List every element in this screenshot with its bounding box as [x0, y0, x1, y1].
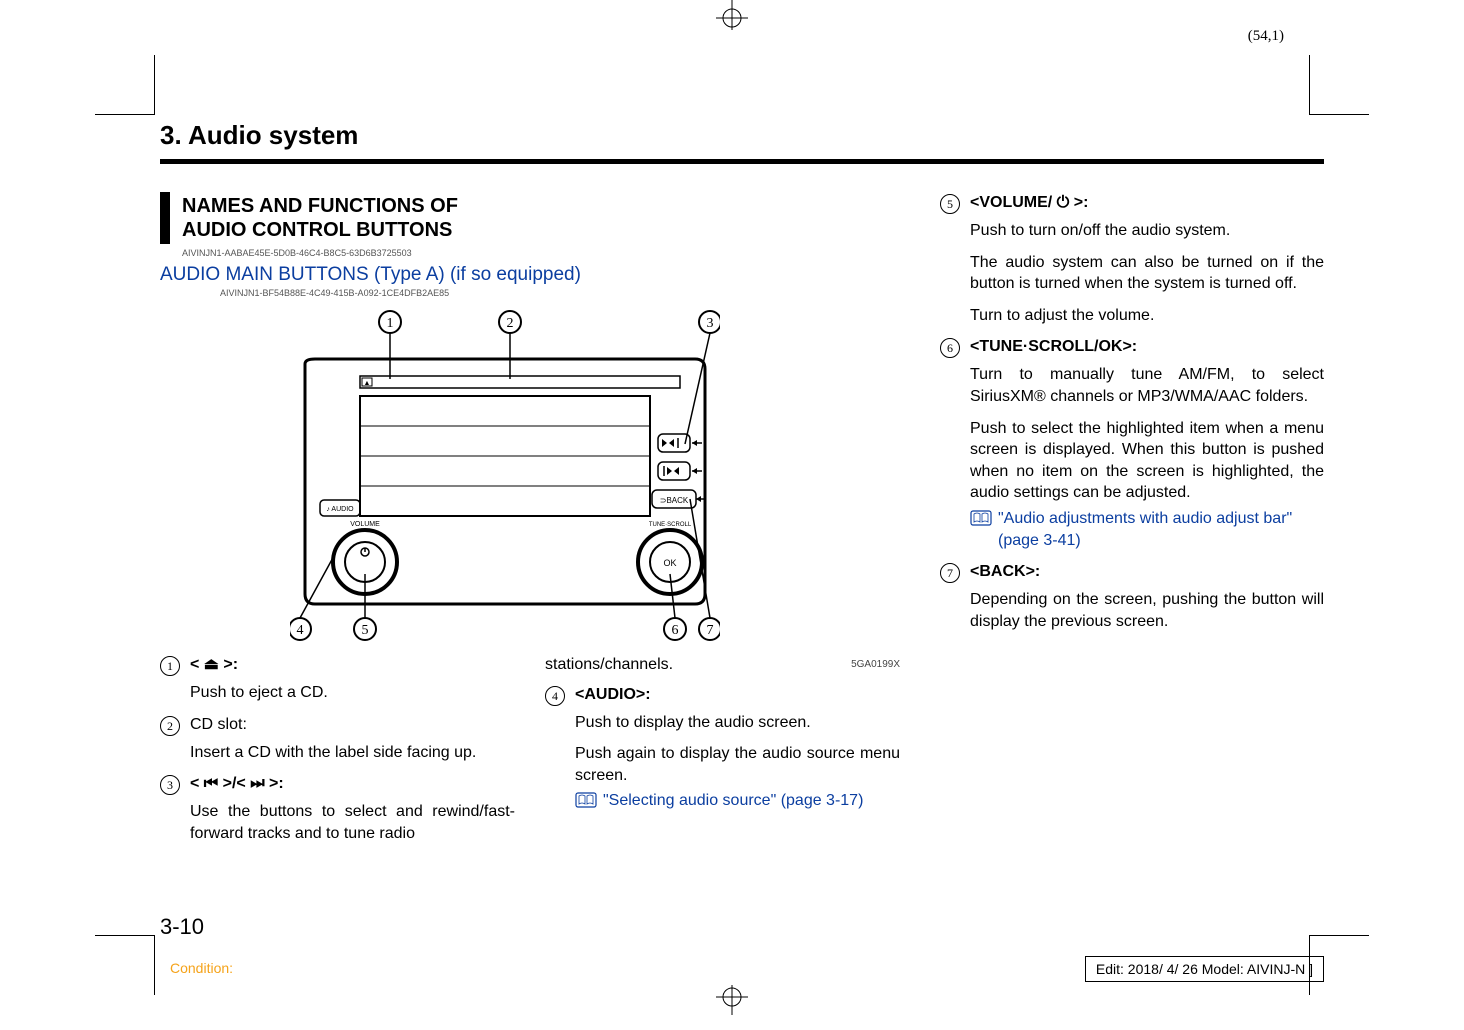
item-2-label: CD slot:: [190, 716, 247, 733]
right-column: 5 <VOLUME/ ⏻ >: Push to turn on/off the …: [940, 192, 1324, 844]
item-7-label: <BACK>:: [970, 563, 1040, 580]
reference-icon: [970, 510, 992, 551]
callout-5-icon: 5: [940, 194, 960, 214]
callout-4-icon: 4: [545, 686, 565, 706]
section-heading-line: NAMES AND FUNCTIONS OF: [182, 194, 900, 218]
registration-mark-icon: [712, 985, 752, 1025]
callout-6-icon: 6: [940, 338, 960, 358]
item-6-label: <TUNE·SCROLL/OK>:: [970, 338, 1137, 355]
registration-mark-icon: [712, 0, 752, 30]
svg-text:▲: ▲: [364, 380, 371, 387]
svg-text:⊃BACK: ⊃BACK: [660, 496, 689, 505]
item-5-label: <VOLUME/ ⏻ >:: [970, 194, 1088, 211]
callout-1-icon: 1: [160, 656, 180, 676]
svg-text:3: 3: [707, 316, 714, 331]
item-4-desc1: Push to display the audio screen.: [575, 712, 900, 734]
guid-code: AIVINJN1-AABAE45E-5D0B-46C4-B8C5-63D6B37…: [182, 248, 900, 258]
item-5-desc3: Turn to adjust the volume.: [970, 305, 1324, 327]
svg-text:1: 1: [387, 316, 394, 331]
item-1-label: < ⏏ >:: [190, 656, 238, 673]
desc-column-2: 5GA0199X stations/channels. 4 <AUDIO>: P…: [545, 654, 900, 844]
item-4-label: <AUDIO>:: [575, 686, 651, 703]
crop-mark: [1309, 55, 1369, 115]
item-6-reference: "Audio adjustments with audio adjust bar…: [998, 508, 1324, 551]
callout-2-icon: 2: [160, 716, 180, 736]
svg-text:OK: OK: [663, 558, 676, 568]
item-1-desc: Push to eject a CD.: [190, 682, 515, 704]
footer-condition: Condition:: [170, 960, 233, 976]
svg-text:TUNE·SCROLL: TUNE·SCROLL: [649, 522, 692, 528]
desc-column-1: 1 < ⏏ >: Push to eject a CD. 2 CD slot: …: [160, 654, 515, 844]
sub-heading: AUDIO MAIN BUTTONS (Type A) (if so equip…: [160, 264, 900, 286]
svg-text:6: 6: [672, 623, 679, 638]
callout-3-icon: 3: [160, 775, 180, 795]
section-heading-line: AUDIO CONTROL BUTTONS: [182, 218, 900, 242]
item-3-label: < ⏮ >/< ⏭ >:: [190, 775, 284, 792]
crop-mark: [95, 935, 155, 995]
svg-text:♪ AUDIO: ♪ AUDIO: [326, 506, 354, 513]
chapter-title: 3. Audio system: [160, 120, 1324, 151]
item-6-desc2: Push to select the highlighted item when…: [970, 418, 1324, 504]
svg-text:4: 4: [297, 623, 304, 638]
footer-edit-info: Edit: 2018/ 4/ 26 Model: AIVINJ-N ]: [1085, 956, 1324, 982]
item-6-desc1: Turn to manually tune AM/FM, to select S…: [970, 364, 1324, 407]
item-4-reference: "Selecting audio source" (page 3-17): [603, 790, 900, 815]
audio-unit-diagram: 1 2 3 4 5 6 7: [290, 304, 720, 654]
title-rule: [160, 159, 1324, 164]
guid-code: AIVINJN1-BF54B88E-4C49-415B-A092-1CE4DFB…: [220, 288, 900, 298]
page-content: 3. Audio system NAMES AND FUNCTIONS OF A…: [160, 120, 1324, 940]
item-5-desc1: Push to turn on/off the audio system.: [970, 220, 1324, 242]
item-3-continuation: stations/channels.: [545, 654, 900, 676]
section-heading: NAMES AND FUNCTIONS OF AUDIO CONTROL BUT…: [160, 192, 900, 244]
left-column: NAMES AND FUNCTIONS OF AUDIO CONTROL BUT…: [160, 192, 900, 844]
reference-icon: [575, 792, 597, 815]
item-3-desc: Use the buttons to select and rewind/fas…: [190, 801, 515, 844]
item-5-desc2: The audio system can also be turned on i…: [970, 252, 1324, 295]
page-coordinate: (54,1): [1248, 28, 1284, 45]
svg-text:2: 2: [507, 316, 514, 331]
page-number: 3-10: [160, 914, 204, 940]
item-4-desc2: Push again to display the audio source m…: [575, 743, 900, 786]
svg-text:VOLUME: VOLUME: [350, 521, 380, 528]
crop-mark: [95, 55, 155, 115]
callout-7-icon: 7: [940, 563, 960, 583]
item-7-desc1: Depending on the screen, pushing the but…: [970, 589, 1324, 632]
svg-text:7: 7: [707, 623, 714, 638]
svg-text:5: 5: [362, 623, 369, 638]
item-2-desc: Insert a CD with the label side facing u…: [190, 742, 515, 764]
image-code: 5GA0199X: [851, 658, 900, 672]
